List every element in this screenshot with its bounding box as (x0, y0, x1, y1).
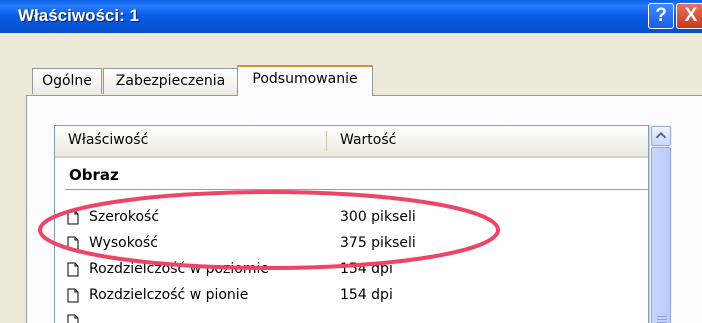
close-button[interactable]: X (676, 3, 702, 29)
tab-general[interactable]: Ogólne (32, 68, 102, 94)
list-item[interactable]: Rozdzielczość w poziomie 154 dpi (67, 259, 647, 283)
document-icon (67, 288, 79, 303)
list-item[interactable]: Wysokość 375 pikseli (67, 233, 647, 257)
list-item[interactable]: Szerokość 300 pikseli (67, 207, 647, 231)
list-item[interactable] (67, 311, 647, 323)
row-value: 154 dpi (340, 261, 393, 277)
tab-summary[interactable]: Podsumowanie (237, 65, 373, 96)
help-button[interactable]: ? (648, 3, 674, 29)
scroll-thumb[interactable] (651, 147, 671, 323)
window-title: Właściwości: 1 (18, 6, 139, 25)
document-icon (67, 236, 79, 251)
vertical-scrollbar[interactable] (649, 125, 672, 323)
document-icon (67, 262, 79, 277)
title-bar[interactable]: Właściwości: 1 ? X (0, 0, 702, 33)
scroll-grip (657, 316, 667, 317)
chevron-up-icon (655, 132, 667, 139)
row-name: Rozdzielczość w pionie (89, 287, 249, 303)
properties-window: Właściwości: 1 ? X Ogólne Zabezpieczenia… (0, 0, 702, 323)
row-value: 154 dpi (340, 287, 393, 303)
group-title: Obraz (69, 166, 119, 184)
row-value: 300 pikseli (340, 209, 416, 225)
tab-security[interactable]: Zabezpieczenia (103, 68, 238, 94)
column-header-value[interactable]: Wartość (340, 132, 396, 148)
document-icon (67, 210, 79, 225)
row-name: Rozdzielczość w poziomie (89, 261, 269, 277)
list-header: Właściwość Wartość (55, 126, 648, 158)
list-item[interactable]: Rozdzielczość w pionie 154 dpi (67, 285, 647, 309)
group-divider (65, 189, 648, 190)
row-name: Wysokość (89, 235, 158, 251)
column-header-property[interactable]: Właściwość (68, 132, 148, 148)
scroll-up-button[interactable] (651, 126, 671, 146)
document-icon (67, 314, 79, 323)
column-divider[interactable] (326, 131, 327, 151)
properties-list: Właściwość Wartość Obraz Szerokość 300 p… (54, 125, 649, 323)
row-value: 375 pikseli (340, 235, 416, 251)
row-name: Szerokość (89, 209, 160, 225)
